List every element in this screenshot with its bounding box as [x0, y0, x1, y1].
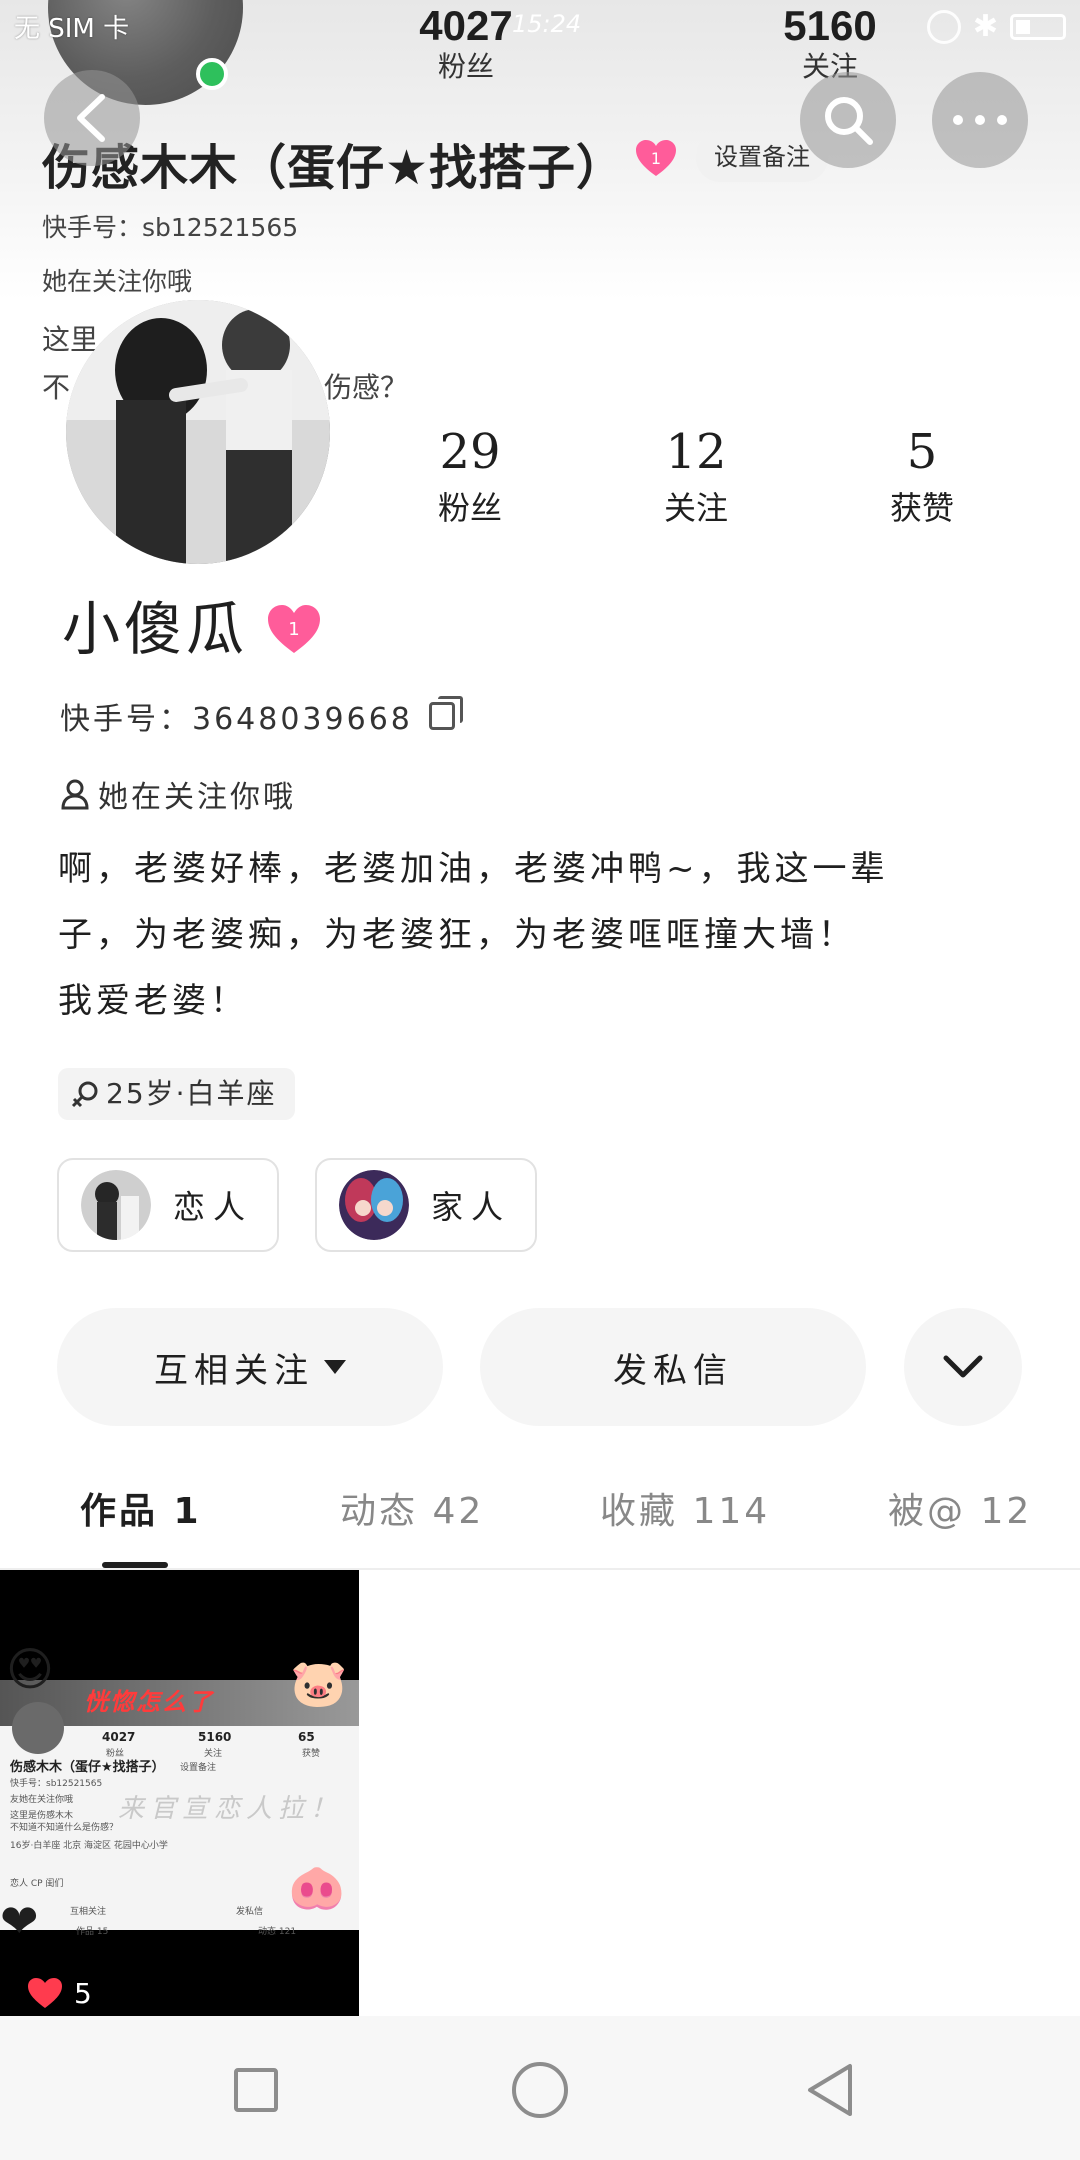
fans-stat[interactable]: 29 粉丝: [390, 424, 550, 530]
video-mini-fans: 4027: [102, 1730, 136, 1744]
online-status-dot: [196, 58, 228, 90]
video-mini-tab2: 动态 121: [258, 1927, 297, 1937]
expand-button[interactable]: [904, 1308, 1022, 1426]
age-zodiac-text: 25岁·白羊座: [106, 1077, 277, 1110]
pixel-heart-emoji-icon: ❤: [0, 1894, 39, 1948]
relation-card-lover[interactable]: 恋人: [57, 1158, 279, 1252]
profile-avatar[interactable]: [66, 300, 330, 564]
video-mini-sig2: 不知道不知道什么是伤感？: [10, 1823, 119, 1833]
bg-signature-line1: 这里: [42, 323, 99, 356]
fans-label: 粉丝: [437, 489, 502, 527]
search-button[interactable]: [800, 72, 896, 168]
video-like-count-row: 5: [26, 1976, 92, 2010]
more-dots-icon: [953, 115, 1007, 125]
video-mini-relations: 恋人 CP 闺们: [10, 1879, 64, 1889]
status-icons: ✱: [926, 9, 1066, 44]
status-time: 15:24: [512, 10, 582, 38]
bg-heart-level: 1: [651, 149, 661, 168]
video-mini-tags: 16岁·白羊座 北京 海淀区 花园中心小学: [10, 1841, 168, 1851]
avatar-illustration: [66, 300, 330, 564]
bio-line: 啊，老婆好棒，老婆加油，老婆冲鸭~，我这一辈: [58, 849, 889, 889]
back-triangle-icon[interactable]: [804, 2060, 856, 2120]
bg-following-stat: 5160 关注: [760, 2, 900, 84]
likes-stat[interactable]: 5 获赞: [842, 424, 1002, 530]
tab-favorites[interactable]: 收藏 114: [600, 1488, 770, 1536]
copy-icon[interactable]: [428, 696, 463, 730]
video-mini-likes-label: 获赞: [302, 1749, 321, 1759]
intimacy-heart-icon[interactable]: 1: [266, 603, 322, 655]
video-mini-follows: 友她在关注你哦: [10, 1795, 74, 1805]
relation-card-family[interactable]: 家人: [315, 1158, 537, 1252]
kuaishou-id-row[interactable]: 快手号：3648039668: [60, 694, 463, 738]
carrier-status: 无 SIM 卡: [14, 14, 130, 44]
video-mini-following: 5160: [198, 1730, 232, 1744]
system-nav-bar: [0, 2016, 1080, 2160]
profile-name: 小傻瓜: [62, 595, 249, 663]
search-icon: [825, 97, 873, 145]
kuaishou-id: 快手号：3648039668: [60, 702, 413, 737]
bg-kuaishou-id: 快手号：sb12521565: [42, 213, 299, 242]
following-stat[interactable]: 12 关注: [616, 424, 776, 530]
likes-label: 获赞: [889, 489, 954, 527]
video-overlay-title: 恍惚怎么了: [84, 1688, 214, 1716]
pig-emoji-icon: 🐷: [290, 1656, 348, 1710]
battery-icon: [1010, 14, 1066, 40]
bg-signature-line2: 不: [42, 371, 71, 404]
mutual-follow-button[interactable]: 互相关注: [57, 1308, 443, 1426]
tab-moments[interactable]: 动态 42: [340, 1488, 484, 1536]
video-mini-tab1: 作品 15: [76, 1927, 109, 1937]
bg-fans-label: 粉丝: [437, 50, 494, 83]
age-zodiac-tag: 25岁·白羊座: [58, 1068, 295, 1120]
bio-line: 子，为老婆痴，为老婆狂，为老婆哐哐撞大墙！: [58, 915, 856, 955]
bg-signature-line2-end: 伤感？: [324, 371, 409, 404]
video-mini-name: 伤感木木（蛋仔★找搭子）: [10, 1760, 165, 1775]
content-tabs: 作品 1 动态 42 收藏 114 被@ 12: [0, 1470, 1080, 1568]
heart-like-icon: [28, 1978, 62, 2008]
caret-down-icon: [324, 1360, 346, 1374]
bg-heart-icon: 1: [636, 140, 676, 176]
back-button[interactable]: [44, 70, 140, 166]
lover-avatar: [81, 1170, 151, 1240]
chevron-down-icon: [943, 1355, 983, 1378]
likes-count: 5: [906, 424, 938, 480]
profile-bio: 啊，老婆好棒，老婆加油，老婆冲鸭~，我这一辈 子，为老婆痴，为老婆狂，为老婆哐哐…: [58, 836, 1018, 1034]
video-thumbnail[interactable]: 恍惚怎么了 4027 粉丝 5160 关注 65 获赞 伤感木木（蛋仔★找搭子）…: [0, 1570, 359, 2016]
following-label: 关注: [663, 489, 728, 527]
female-gender-icon: [71, 1081, 98, 1108]
alarm-icon: [926, 10, 961, 44]
bg-follows-you: 她在关注你哦: [42, 267, 193, 296]
follows-you-row: 她在关注你哦: [60, 772, 296, 816]
recent-apps-button[interactable]: [234, 2068, 278, 2112]
video-mini-id: 快手号：sb12521565: [10, 1779, 103, 1789]
send-message-button[interactable]: 发私信: [480, 1308, 866, 1426]
home-button[interactable]: [512, 2062, 568, 2118]
send-message-label: 发私信: [613, 1350, 733, 1391]
video-overlay-text: 来官宣恋人拉！: [118, 1794, 343, 1824]
video-mini-msg-btn: 发私信: [236, 1907, 264, 1917]
more-options-button[interactable]: [932, 72, 1028, 168]
video-mini-follow-btn: 互相关注: [70, 1907, 107, 1917]
tab-works[interactable]: 作品 1: [80, 1488, 202, 1536]
following-count: 12: [665, 424, 727, 480]
video-like-count: 5: [74, 1976, 92, 2010]
video-mini-remark: 设置备注: [180, 1763, 217, 1773]
bio-line: 我爱老婆！: [58, 981, 248, 1021]
bluetooth-icon: ✱: [972, 9, 998, 44]
family-avatar: [339, 1170, 409, 1240]
fans-count: 29: [439, 424, 501, 480]
bg-following-count: 5160: [783, 2, 877, 49]
relation-label: 恋人: [173, 1188, 254, 1226]
video-mini-following-label: 关注: [204, 1749, 223, 1759]
person-icon: [61, 779, 89, 810]
relation-label: 家人: [431, 1188, 512, 1226]
video-mini-likes: 65: [298, 1730, 315, 1744]
heart-level: 1: [288, 619, 299, 640]
video-mini-avatar: [12, 1702, 64, 1754]
back-chevron-icon: [77, 94, 105, 142]
follows-you-text: 她在关注你哦: [98, 780, 296, 815]
tab-mentions[interactable]: 被@ 12: [888, 1488, 1032, 1536]
mutual-follow-label: 互相关注: [154, 1350, 314, 1391]
heart-eyes-emoji-icon: 😍: [6, 1642, 54, 1696]
pig-face-emoji-icon: 🐽: [288, 1860, 346, 1914]
